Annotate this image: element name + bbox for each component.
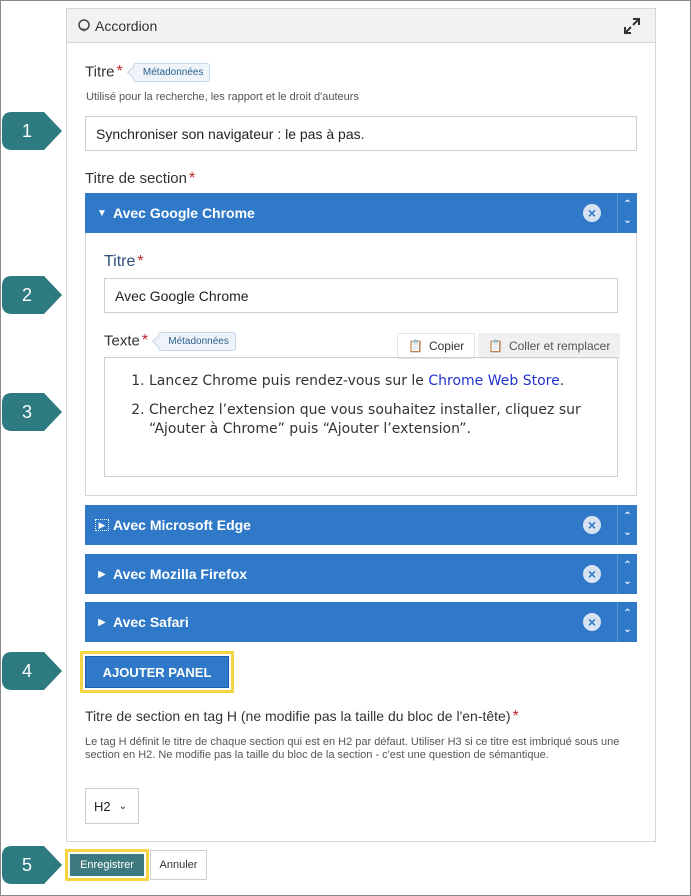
move-down-icon[interactable]: ⌄ bbox=[623, 213, 631, 229]
texte-label-row: Texte * Métadonnées bbox=[104, 332, 236, 351]
accordion-section-edge[interactable]: ▶ Avec Microsoft Edge × ⌃ ⌄ bbox=[85, 505, 637, 545]
required-marker: * bbox=[512, 708, 519, 725]
required-marker: * bbox=[137, 253, 144, 270]
metadata-badge[interactable]: Métadonnées bbox=[158, 332, 236, 351]
htag-label-row: Titre de section en tag H (ne modifie pa… bbox=[85, 708, 519, 726]
reorder-control: ⌃ ⌄ bbox=[617, 554, 637, 594]
copy-label: Copier bbox=[428, 339, 465, 353]
cancel-button[interactable]: Annuler bbox=[150, 850, 207, 880]
htag-help: Le tag H définit le titre de chaque sect… bbox=[85, 736, 620, 761]
caret-right-icon[interactable]: ▶ bbox=[91, 617, 113, 628]
accordion-section-safari[interactable]: ▶ Avec Safari × ⌃ ⌄ bbox=[85, 602, 637, 642]
htag-select-value: H2 bbox=[94, 798, 111, 814]
required-marker: * bbox=[141, 332, 149, 350]
step-marker-5: 5 bbox=[2, 846, 62, 884]
caret-right-icon[interactable]: ▶ bbox=[91, 569, 113, 580]
add-panel-highlight: AJOUTER PANEL bbox=[80, 651, 234, 693]
htag-label: Titre de section en tag H (ne modifie pa… bbox=[85, 708, 511, 724]
remove-section-icon[interactable]: × bbox=[583, 204, 601, 222]
paste-icon: 📋 bbox=[488, 339, 503, 353]
section-name[interactable]: Avec Safari bbox=[113, 614, 583, 630]
paste-label: Coller et remplacer bbox=[508, 339, 611, 353]
reorder-control: ⌃ ⌄ bbox=[617, 193, 637, 233]
section-name[interactable]: Avec Google Chrome bbox=[113, 205, 583, 221]
paste-replace-button[interactable]: 📋 Coller et remplacer bbox=[478, 333, 621, 359]
move-down-icon[interactable]: ⌄ bbox=[623, 525, 631, 541]
accordion-section-chrome[interactable]: ▼ Avec Google Chrome × ⌃ ⌄ bbox=[85, 193, 637, 233]
move-up-icon[interactable]: ⌃ bbox=[623, 509, 631, 525]
htag-select[interactable]: H2 ⌄ bbox=[85, 788, 139, 824]
list-item: Lancez Chrome puis rendez-vous sur le Ch… bbox=[149, 372, 603, 391]
required-marker: * bbox=[116, 63, 123, 81]
required-marker: * bbox=[189, 170, 196, 187]
section-name[interactable]: Avec Mozilla Firefox bbox=[113, 566, 583, 582]
remove-section-icon[interactable]: × bbox=[583, 516, 601, 534]
expand-icon[interactable] bbox=[623, 17, 641, 35]
metadata-badge[interactable]: Métadonnées bbox=[132, 63, 211, 82]
step-marker-3: 3 bbox=[2, 393, 62, 431]
remove-section-icon[interactable]: × bbox=[583, 565, 601, 583]
section-name[interactable]: Avec Microsoft Edge bbox=[113, 517, 583, 533]
move-up-icon[interactable]: ⌃ bbox=[623, 197, 631, 213]
move-up-icon[interactable]: ⌃ bbox=[623, 606, 631, 622]
accordion-icon bbox=[77, 18, 91, 33]
section-titre-label-row: Titre * bbox=[104, 253, 144, 271]
copy-button[interactable]: 📋 Copier bbox=[397, 333, 476, 359]
move-up-icon[interactable]: ⌃ bbox=[623, 558, 631, 574]
chrome-web-store-link[interactable]: Chrome Web Store bbox=[428, 373, 559, 389]
step-marker-4: 4 bbox=[2, 652, 62, 690]
list-item: Cherchez l’extension que vous souhaitez … bbox=[149, 401, 603, 439]
section-title-label-row: Titre de section * bbox=[85, 170, 195, 188]
move-down-icon[interactable]: ⌄ bbox=[623, 574, 631, 590]
reorder-control: ⌃ ⌄ bbox=[617, 602, 637, 642]
chevron-down-icon: ⌄ bbox=[118, 800, 128, 812]
add-panel-button[interactable]: AJOUTER PANEL bbox=[85, 656, 229, 688]
caret-right-icon[interactable]: ▶ bbox=[91, 518, 113, 531]
move-down-icon[interactable]: ⌄ bbox=[623, 622, 631, 638]
titre-help: Utilisé pour la recherche, les rapport e… bbox=[86, 91, 359, 103]
section-title-label: Titre de section bbox=[85, 170, 187, 187]
section-title-input[interactable]: Avec Google Chrome bbox=[104, 278, 618, 313]
titre-input[interactable]: Synchroniser son navigateur : le pas à p… bbox=[85, 116, 637, 151]
save-highlight: Enregistrer bbox=[65, 849, 149, 881]
reorder-control: ⌃ ⌄ bbox=[617, 505, 637, 545]
step-marker-1: 1 bbox=[2, 112, 62, 150]
section-titre-label: Titre bbox=[104, 253, 136, 270]
step-marker-2: 2 bbox=[2, 276, 62, 314]
save-button[interactable]: Enregistrer bbox=[70, 854, 144, 876]
caret-down-icon[interactable]: ▼ bbox=[91, 208, 113, 219]
panel-header: Accordion bbox=[67, 9, 655, 43]
titre-label-row: Titre * Métadonnées bbox=[85, 63, 211, 82]
texte-label: Texte bbox=[104, 332, 140, 350]
panel-title: Accordion bbox=[95, 17, 158, 34]
remove-section-icon[interactable]: × bbox=[583, 613, 601, 631]
accordion-section-firefox[interactable]: ▶ Avec Mozilla Firefox × ⌃ ⌄ bbox=[85, 554, 637, 594]
titre-label: Titre bbox=[85, 63, 115, 81]
text-editor[interactable]: Lancez Chrome puis rendez-vous sur le Ch… bbox=[104, 357, 618, 477]
copy-icon: 📋 bbox=[408, 339, 423, 353]
